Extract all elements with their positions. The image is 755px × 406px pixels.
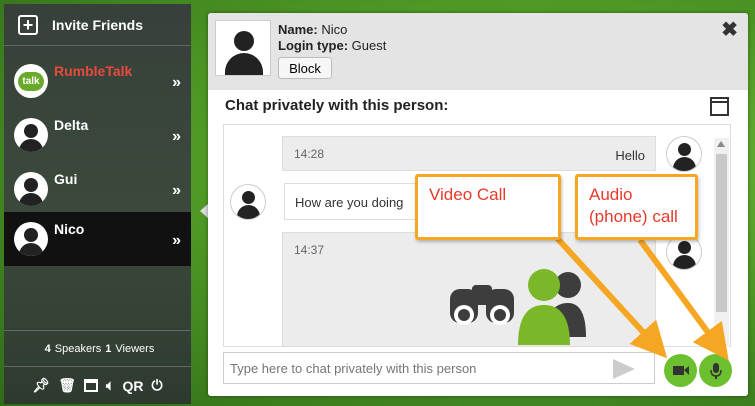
chat-input-field[interactable] [224, 353, 654, 383]
speaker-icon[interactable]: 🔈︎ [106, 377, 114, 394]
sidebar-item-gui[interactable]: Gui » [4, 162, 191, 216]
profile-avatar [215, 20, 271, 76]
scrollbar[interactable] [714, 138, 729, 347]
user-name: Gui [54, 171, 78, 187]
send-icon[interactable] [613, 359, 635, 379]
chevron-right-icon[interactable]: » [172, 128, 181, 146]
microphone-icon [709, 362, 722, 379]
chat-title: Chat privately with this person: [225, 97, 449, 114]
avatar [14, 118, 48, 152]
profile-login-row: Login type: Guest [278, 38, 387, 53]
rumbletalk-logo: talk [14, 64, 48, 98]
sidebar-item-rumbletalk[interactable]: talk RumbleTalk » [4, 54, 191, 108]
user-counts: 4 Speakers 1 Viewers [4, 330, 191, 366]
chevron-right-icon[interactable]: » [172, 232, 181, 250]
profile-name-row: Name: Nico [278, 22, 348, 37]
window-icon[interactable] [84, 379, 99, 392]
message-bubble: 14:28 Hello [282, 136, 656, 171]
block-button[interactable]: Block [278, 57, 332, 79]
user-sidebar: + Invite Friends talk RumbleTalk » Delta… [4, 4, 191, 404]
popout-window-icon[interactable] [710, 97, 729, 116]
close-icon[interactable]: ✖ [721, 17, 738, 42]
private-chat-input[interactable] [223, 352, 655, 384]
user-name: Delta [54, 117, 89, 133]
chevron-right-icon[interactable]: » [172, 74, 181, 92]
avatar [230, 184, 266, 220]
toolbar: 📌︎ 🗑︎ 🔈︎ QR ⏻ [4, 366, 191, 404]
qr-button[interactable]: QR [122, 378, 143, 394]
sidebar-item-nico[interactable]: Nico » [4, 212, 191, 266]
audio-call-button[interactable] [699, 354, 732, 387]
invite-friends-button[interactable]: + Invite Friends [4, 4, 191, 46]
profile-header: Name: Nico Login type: Guest Block ✖ [208, 13, 748, 90]
user-name: Nico [54, 221, 85, 237]
user-name: RumbleTalk [54, 63, 133, 79]
sidebar-item-delta[interactable]: Delta » [4, 108, 191, 162]
video-call-button[interactable] [664, 354, 697, 387]
invite-friends-label: Invite Friends [52, 16, 144, 33]
video-camera-icon [672, 366, 689, 375]
binoculars-users-illustration [450, 269, 586, 345]
power-icon[interactable]: ⏻ [151, 377, 162, 394]
trash-icon[interactable]: 🗑︎ [58, 377, 76, 394]
message-bubble: 14:37 [282, 232, 656, 346]
pin-icon[interactable]: 📌︎ [32, 377, 50, 394]
chevron-right-icon[interactable]: » [172, 182, 181, 200]
video-call-callout: Video Call [415, 174, 561, 240]
avatar [14, 222, 48, 256]
avatar [666, 136, 702, 172]
avatar [14, 172, 48, 206]
plus-icon: + [18, 14, 38, 35]
audio-call-callout: Audio (phone) call [575, 174, 698, 240]
